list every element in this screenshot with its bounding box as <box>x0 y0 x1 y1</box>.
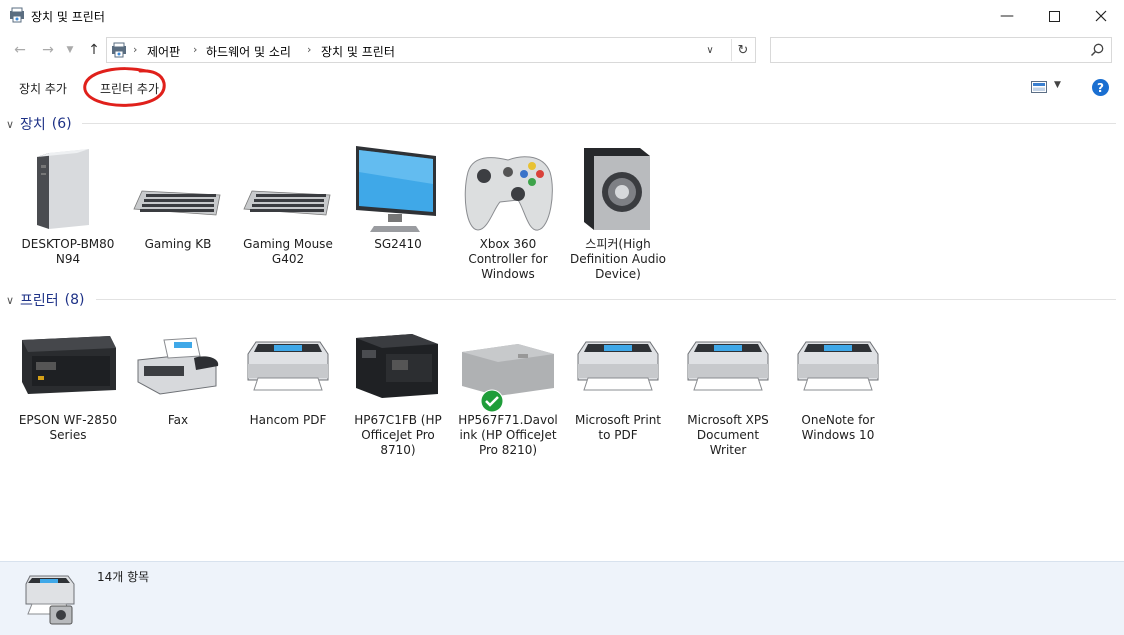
default-printer-icon <box>462 344 554 396</box>
item-label: DESKTOP-BM80 N94 <box>21 237 115 266</box>
printer-item[interactable]: OneNote for Windows 10 <box>786 320 890 460</box>
close-button[interactable] <box>1078 0 1124 32</box>
printer-icon <box>687 341 769 391</box>
keyboard-icon <box>133 190 221 216</box>
refresh-icon: ↻ <box>737 42 749 58</box>
printer-icon <box>577 341 659 391</box>
monitor-icon <box>356 146 436 232</box>
item-label: Fax <box>167 413 189 427</box>
item-label: 스피커(High Definition Audio Device) <box>569 237 667 281</box>
device-item[interactable]: 스피커(High Definition Audio Device) <box>566 142 670 282</box>
details-pane <box>0 561 1124 635</box>
devices-printers-icon <box>10 7 24 23</box>
printer-item[interactable]: Microsoft XPS Document Writer <box>676 320 780 460</box>
speaker-icon <box>584 148 650 230</box>
device-item[interactable]: SG2410 <box>346 142 450 282</box>
close-icon <box>1095 10 1107 22</box>
forward-button[interactable]: → <box>40 42 56 58</box>
item-label: OneNote for Windows 10 <box>801 413 875 442</box>
printers-group-count: (8) <box>64 292 85 308</box>
minimize-button[interactable]: — <box>984 0 1030 32</box>
add-device-button[interactable]: 장치 추가 <box>19 80 67 97</box>
keyboard-icon <box>243 190 331 216</box>
printer-item[interactable]: Microsoft Print to PDF <box>566 320 670 460</box>
item-label: HP67C1FB (HP OfficeJet Pro 8710) <box>354 413 442 457</box>
refresh-button[interactable]: ↻ <box>731 39 754 61</box>
help-icon[interactable]: ? <box>1092 79 1109 96</box>
printer-icon <box>797 341 879 391</box>
chevron-down-icon: ∨ <box>706 44 714 56</box>
item-label: Microsoft Print to PDF <box>574 413 662 442</box>
item-label: HP567F71.Davol ink (HP OfficeJet Pro 8210) <box>458 413 558 457</box>
search-icon <box>1090 43 1104 57</box>
search-input[interactable] <box>770 37 1112 63</box>
title-bar <box>0 0 1124 32</box>
breadcrumb-hardware-sound[interactable]: 하드웨어 및 소리 <box>206 43 291 60</box>
device-item[interactable]: Gaming KB <box>126 142 230 282</box>
collapse-chevron-icon: ∨ <box>6 293 15 307</box>
printer-item[interactable]: EPSON WF-2850 Series <box>16 320 120 460</box>
maximize-button[interactable] <box>1031 0 1077 32</box>
gamepad-icon <box>464 156 553 231</box>
printer-item[interactable]: HP67C1FB (HP OfficeJet Pro 8710) <box>346 320 450 460</box>
control-panel-location-icon <box>112 42 126 58</box>
up-button[interactable]: ↑ <box>86 42 102 58</box>
computer-icon <box>37 149 89 229</box>
item-label: SG2410 <box>374 237 422 251</box>
maximize-icon <box>1048 10 1060 22</box>
forward-arrow-icon: → <box>42 42 54 58</box>
devices-printers-large-icon <box>25 575 75 625</box>
devices-group-count: (6) <box>51 116 72 132</box>
back-arrow-icon: ← <box>14 42 26 58</box>
printers-group-title: 프린터 <box>20 293 59 309</box>
chevron-down-icon: ▼ <box>66 45 74 55</box>
red-annotation-circle <box>83 67 166 107</box>
address-bar[interactable] <box>106 37 756 63</box>
breadcrumb-devices-printers[interactable]: 장치 및 프린터 <box>321 43 395 60</box>
printer-icon <box>247 341 329 391</box>
item-label: Microsoft XPS Document Writer <box>687 413 769 457</box>
devices-group-title: 장치 <box>20 117 46 133</box>
multifunction-printer-icon <box>356 334 438 398</box>
item-label: Xbox 360 Controller for Windows <box>468 237 548 281</box>
device-item[interactable]: DESKTOP-BM80 N94 <box>16 142 120 282</box>
breadcrumb-separator: › <box>307 43 312 56</box>
fax-icon <box>137 337 219 395</box>
item-label: Gaming Mouse G402 <box>243 237 333 266</box>
up-arrow-icon: ↑ <box>88 42 100 58</box>
printer-item[interactable]: Fax <box>126 320 230 460</box>
device-item[interactable]: Xbox 360 Controller for Windows <box>456 142 560 282</box>
default-check-icon <box>480 389 504 413</box>
item-count-text: 14개 항목 <box>97 570 150 584</box>
printers-group-header[interactable]: ∨ 프린터 (8) <box>6 290 84 310</box>
item-label: Hancom PDF <box>249 413 327 427</box>
group-divider <box>82 123 1116 124</box>
change-view-icon[interactable] <box>1031 81 1047 93</box>
device-item[interactable]: Gaming Mouse G402 <box>236 142 340 282</box>
collapse-chevron-icon: ∨ <box>6 117 15 131</box>
item-label: EPSON WF-2850 Series <box>18 413 118 442</box>
breadcrumb-control-panel[interactable]: 제어판 <box>147 43 180 60</box>
group-divider <box>96 299 1116 300</box>
window-title: 장치 및 프린터 <box>31 10 105 24</box>
devices-group-header[interactable]: ∨ 장치 (6) <box>6 114 72 134</box>
breadcrumb-separator: › <box>133 43 138 56</box>
address-history-dropdown[interactable]: ∨ <box>700 40 720 60</box>
back-button[interactable]: ← <box>12 42 28 58</box>
default-printer-item[interactable]: HP567F71.Davol ink (HP OfficeJet Pro 8210) <box>456 320 560 460</box>
inkjet-printer-icon <box>22 336 116 394</box>
minimize-icon: — <box>1000 8 1014 24</box>
item-label: Gaming KB <box>144 237 212 251</box>
view-options-dropdown[interactable]: ▼ <box>1054 80 1061 90</box>
printer-item[interactable]: Hancom PDF <box>236 320 340 460</box>
breadcrumb-separator: › <box>193 43 198 56</box>
recent-locations-button[interactable]: ▼ <box>62 42 78 58</box>
